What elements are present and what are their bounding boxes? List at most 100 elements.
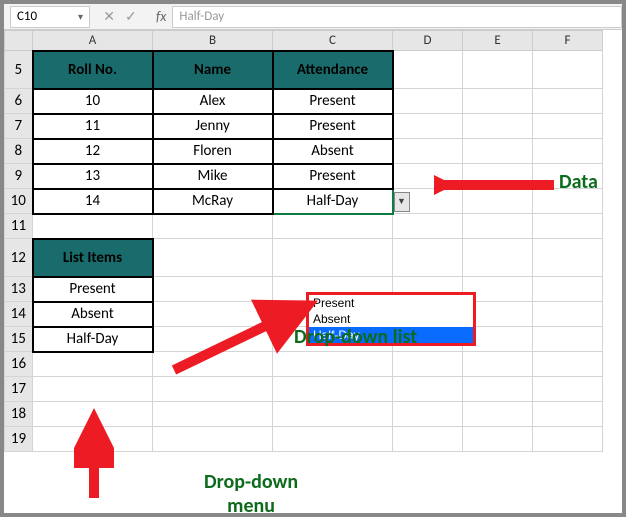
cell[interactable] bbox=[533, 51, 603, 89]
cell[interactable] bbox=[533, 164, 603, 189]
spreadsheet-grid[interactable]: A B C D E F 5 Roll No. Name Attendance 6… bbox=[4, 30, 603, 452]
row-header[interactable]: 11 bbox=[5, 214, 33, 239]
row-header[interactable]: 13 bbox=[5, 277, 33, 302]
cell[interactable] bbox=[463, 164, 533, 189]
cell[interactable] bbox=[463, 402, 533, 427]
cell[interactable] bbox=[533, 327, 603, 352]
row-header[interactable]: 9 bbox=[5, 164, 33, 189]
cell[interactable] bbox=[33, 352, 153, 377]
cell[interactable] bbox=[33, 402, 153, 427]
cell[interactable] bbox=[153, 239, 273, 277]
cell[interactable] bbox=[273, 402, 393, 427]
cell[interactable] bbox=[463, 352, 533, 377]
cell-att[interactable]: Absent bbox=[273, 139, 393, 164]
cell[interactable] bbox=[533, 89, 603, 114]
cell[interactable] bbox=[273, 427, 393, 452]
dropdown-option[interactable]: Present bbox=[309, 295, 473, 311]
col-header-D[interactable]: D bbox=[393, 31, 463, 51]
row-header[interactable]: 18 bbox=[5, 402, 33, 427]
row-header[interactable]: 8 bbox=[5, 139, 33, 164]
selected-cell[interactable]: Half-Day ▼ bbox=[273, 189, 393, 214]
formula-input[interactable]: Half-Day bbox=[172, 6, 622, 28]
cell-roll[interactable]: 14 bbox=[33, 189, 153, 214]
header-roll[interactable]: Roll No. bbox=[33, 51, 153, 89]
cell[interactable] bbox=[273, 214, 393, 239]
row-header[interactable]: 6 bbox=[5, 89, 33, 114]
name-box[interactable]: C10 ▾ bbox=[10, 6, 90, 28]
cell-name[interactable]: Mike bbox=[153, 164, 273, 189]
cell[interactable] bbox=[463, 239, 533, 277]
row-header[interactable]: 12 bbox=[5, 239, 33, 277]
cell[interactable] bbox=[463, 189, 533, 214]
cell[interactable] bbox=[393, 239, 463, 277]
row-header[interactable]: 17 bbox=[5, 377, 33, 402]
cell[interactable] bbox=[273, 377, 393, 402]
cell[interactable] bbox=[533, 377, 603, 402]
header-name[interactable]: Name bbox=[153, 51, 273, 89]
cell[interactable] bbox=[463, 377, 533, 402]
row-header[interactable]: 5 bbox=[5, 51, 33, 89]
row-header[interactable]: 16 bbox=[5, 352, 33, 377]
cell[interactable] bbox=[393, 402, 463, 427]
row-header[interactable]: 15 bbox=[5, 327, 33, 352]
col-header-E[interactable]: E bbox=[463, 31, 533, 51]
select-all[interactable] bbox=[5, 31, 33, 51]
cell[interactable] bbox=[153, 277, 273, 302]
cell[interactable] bbox=[393, 89, 463, 114]
cell[interactable] bbox=[393, 114, 463, 139]
cell[interactable] bbox=[463, 139, 533, 164]
cell[interactable] bbox=[463, 51, 533, 89]
dropdown-option-selected[interactable]: Half-Day bbox=[309, 327, 473, 343]
chevron-down-icon[interactable]: ▾ bbox=[78, 10, 83, 23]
cell-roll[interactable]: 10 bbox=[33, 89, 153, 114]
cell[interactable] bbox=[153, 302, 273, 327]
cell-roll[interactable]: 13 bbox=[33, 164, 153, 189]
cell[interactable] bbox=[533, 114, 603, 139]
row-header[interactable]: 14 bbox=[5, 302, 33, 327]
cell[interactable] bbox=[33, 214, 153, 239]
cell[interactable] bbox=[153, 402, 273, 427]
confirm-icon[interactable]: ✓ bbox=[125, 8, 137, 25]
cell[interactable] bbox=[533, 352, 603, 377]
row-header[interactable]: 10 bbox=[5, 189, 33, 214]
cell[interactable] bbox=[393, 189, 463, 214]
dropdown-option[interactable]: Absent bbox=[309, 311, 473, 327]
col-header-F[interactable]: F bbox=[533, 31, 603, 51]
cell-att[interactable]: Present bbox=[273, 114, 393, 139]
col-header-A[interactable]: A bbox=[33, 31, 153, 51]
cell-roll[interactable]: 12 bbox=[33, 139, 153, 164]
cell[interactable] bbox=[463, 114, 533, 139]
cell[interactable] bbox=[393, 214, 463, 239]
cell[interactable] bbox=[533, 277, 603, 302]
row-header[interactable]: 7 bbox=[5, 114, 33, 139]
list-item[interactable]: Half-Day bbox=[33, 327, 153, 352]
cell[interactable] bbox=[393, 139, 463, 164]
cell[interactable] bbox=[533, 239, 603, 277]
cell[interactable] bbox=[533, 139, 603, 164]
fx-icon[interactable]: fx bbox=[156, 8, 166, 25]
col-header-C[interactable]: C bbox=[273, 31, 393, 51]
cell[interactable] bbox=[153, 427, 273, 452]
cell[interactable] bbox=[393, 51, 463, 89]
cell[interactable] bbox=[533, 189, 603, 214]
list-item[interactable]: Present bbox=[33, 277, 153, 302]
dropdown-list[interactable]: Present Absent Half-Day bbox=[306, 292, 476, 346]
cell-name[interactable]: Jenny bbox=[153, 114, 273, 139]
cell-att[interactable]: Present bbox=[273, 89, 393, 114]
cell[interactable] bbox=[33, 427, 153, 452]
cell[interactable] bbox=[393, 427, 463, 452]
cell[interactable] bbox=[393, 377, 463, 402]
cell-name[interactable]: Floren bbox=[153, 139, 273, 164]
col-header-B[interactable]: B bbox=[153, 31, 273, 51]
header-list-items[interactable]: List Items bbox=[33, 239, 153, 277]
cell[interactable] bbox=[533, 402, 603, 427]
cell[interactable] bbox=[393, 352, 463, 377]
cancel-icon[interactable]: ✕ bbox=[103, 8, 115, 25]
cell[interactable] bbox=[153, 377, 273, 402]
cell-roll[interactable]: 11 bbox=[33, 114, 153, 139]
row-header[interactable]: 19 bbox=[5, 427, 33, 452]
cell[interactable] bbox=[153, 352, 273, 377]
list-item[interactable]: Absent bbox=[33, 302, 153, 327]
cell[interactable] bbox=[33, 377, 153, 402]
cell[interactable] bbox=[463, 89, 533, 114]
